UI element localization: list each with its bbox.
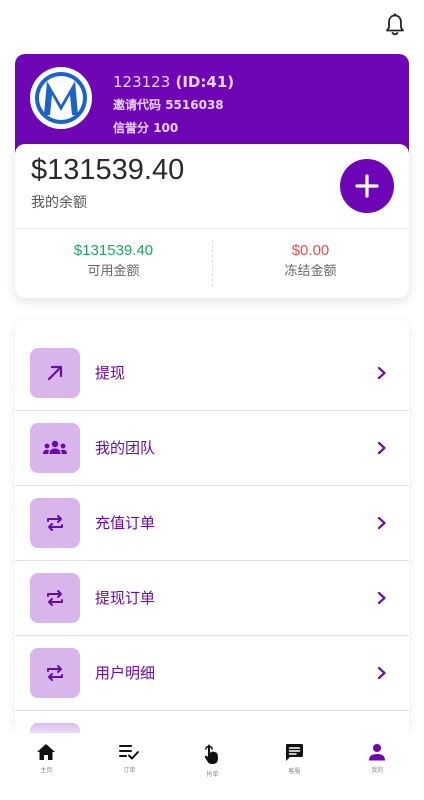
- frozen-label: 冻结金额: [284, 264, 337, 279]
- invite-code-value: 5516038: [165, 98, 224, 112]
- balance-amount: $131539.40: [31, 154, 185, 186]
- frozen-balance: $0.00 冻结金额: [212, 240, 409, 282]
- orders-icon: [119, 745, 140, 760]
- nav-tab-home[interactable]: 主页: [4, 743, 89, 775]
- recharge-add-button[interactable]: [340, 159, 394, 213]
- avatar[interactable]: [30, 67, 92, 129]
- credit-score-value: 100: [153, 121, 179, 135]
- profile-info: 123123 (ID:41) 邀请代码 5516038 信誉分 100: [113, 72, 234, 138]
- nav-tab-label: 订单: [123, 767, 136, 774]
- nav-tab-customer-service[interactable]: 客服: [252, 743, 337, 776]
- credit-score-label: 信誉分: [113, 121, 150, 135]
- available-amount: $131539.40: [73, 242, 154, 259]
- home-icon: [37, 744, 56, 760]
- invite-code-row: 邀请代码 5516038: [113, 95, 234, 115]
- chevron-right-icon: [377, 516, 386, 530]
- swap-icon: [30, 498, 80, 548]
- nav-tab-orders[interactable]: 订单: [87, 743, 172, 775]
- chat-icon: [286, 744, 304, 761]
- tap-icon: [205, 744, 219, 764]
- menu-item-label: 提现订单: [95, 589, 156, 607]
- menu-item-withdraw-orders[interactable]: 提现订单: [15, 561, 409, 636]
- nav-tab-mine[interactable]: 我的: [335, 743, 420, 775]
- credit-score-row: 信誉分 100: [113, 118, 234, 138]
- nav-tab-grab-order[interactable]: 抢单: [170, 743, 255, 779]
- chevron-right-icon: [377, 366, 386, 380]
- bell-icon[interactable]: [384, 13, 406, 37]
- invite-code-label: 邀请代码: [113, 98, 162, 112]
- swap-icon: [30, 573, 80, 623]
- chevron-right-icon: [377, 441, 386, 455]
- chevron-right-icon: [377, 666, 386, 680]
- arrow-up-right-icon: [30, 348, 80, 398]
- chevron-right-icon: [377, 591, 386, 605]
- available-label: 可用金额: [87, 264, 140, 279]
- menu-item-label: 我的团队: [95, 439, 156, 457]
- menu-item-withdraw[interactable]: 提现: [15, 336, 409, 411]
- menu-item-label: 用户明细: [95, 664, 156, 682]
- nav-tab-label: 主页: [40, 767, 53, 774]
- swap-icon: [30, 648, 80, 698]
- user-id: (ID:41): [175, 73, 235, 91]
- plus-icon: [355, 174, 379, 198]
- person-icon: [369, 744, 386, 761]
- profile-page: 123123 (ID:41) 邀请代码 5516038 信誉分 100 $131…: [0, 0, 424, 800]
- bottom-nav: 主页 订单 抢单 客服 我的: [0, 733, 424, 800]
- balance-card: $131539.40 我的余额 $131539.40 可用金额 $0.00 冻结…: [15, 144, 409, 298]
- menu-item-user-details[interactable]: 用户明细: [15, 636, 409, 711]
- frozen-amount: $0.00: [291, 242, 330, 259]
- menu-item-recharge-orders[interactable]: 充值订单: [15, 486, 409, 561]
- username: 123123: [113, 73, 171, 91]
- balance-label: 我的余额: [31, 195, 87, 211]
- nav-tab-label: 我的: [371, 767, 384, 774]
- menu-item-label: 充值订单: [95, 514, 156, 532]
- menu-item-my-team[interactable]: 我的团队: [15, 411, 409, 486]
- user-name-line: 123123 (ID:41): [113, 72, 234, 92]
- nav-tab-label: 抢单: [206, 771, 219, 778]
- nav-tab-label: 客服: [288, 768, 301, 775]
- menu-item-label: 提现: [95, 364, 126, 382]
- balance-divider: [15, 228, 409, 229]
- available-balance: $131539.40 可用金额: [15, 240, 212, 282]
- team-icon: [30, 423, 80, 473]
